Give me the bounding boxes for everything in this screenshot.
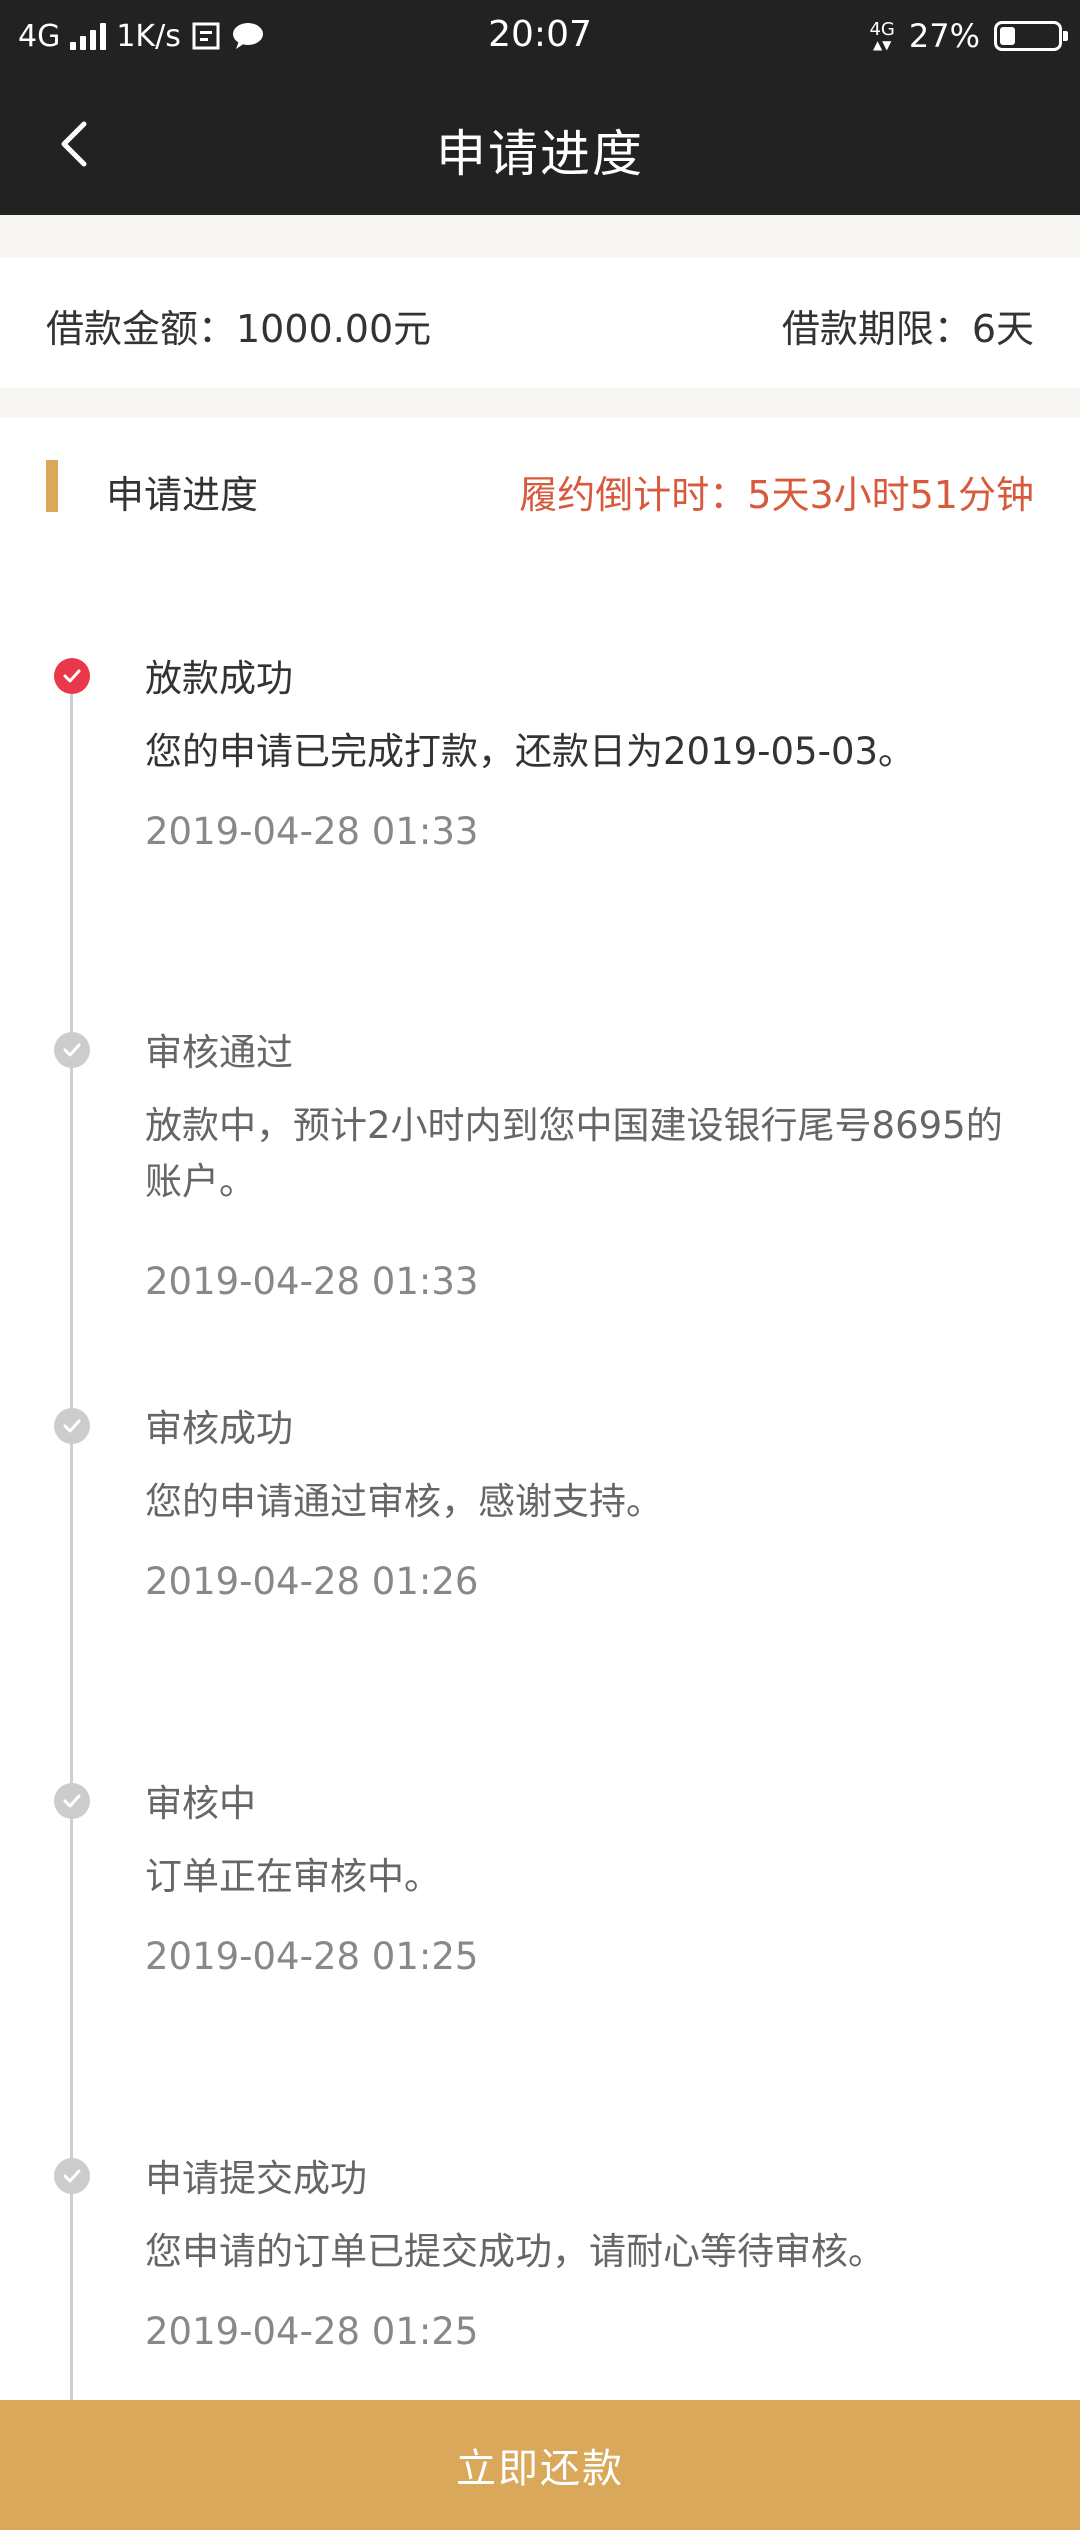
check-icon xyxy=(54,658,90,694)
timeline-desc: 您的申请已完成打款，还款日为2019-05-03。 xyxy=(145,730,916,773)
timeline-line xyxy=(70,694,73,2400)
timeline-time: 2019-04-28 01:26 xyxy=(145,1560,479,1603)
page-title: 申请进度 xyxy=(436,125,644,183)
repay-now-button[interactable]: 立即还款 xyxy=(0,2400,1080,2530)
loan-amount: 借款金额：1000.00元 xyxy=(46,307,432,351)
status-right: 4G ▲▼ 27% xyxy=(869,14,1068,58)
check-icon xyxy=(54,2158,90,2194)
timeline-title: 申请提交成功 xyxy=(145,2157,367,2200)
timeline-desc: 您的申请通过审核，感谢支持。 xyxy=(145,1480,663,1523)
countdown-text: 履约倒计时：5天3小时51分钟 xyxy=(519,473,1034,517)
loan-info: 借款金额：1000.00元 借款期限：6天 xyxy=(0,258,1080,388)
timeline-title: 审核成功 xyxy=(145,1407,293,1450)
timeline-title: 审核通过 xyxy=(145,1031,293,1074)
timeline-title: 放款成功 xyxy=(145,657,293,700)
loan-term: 借款期限：6天 xyxy=(781,307,1034,351)
battery-percent: 27% xyxy=(908,17,980,55)
section-accent xyxy=(46,460,58,512)
divider xyxy=(0,388,1080,418)
timeline-title: 审核中 xyxy=(145,1782,256,1825)
check-icon xyxy=(54,1408,90,1444)
nav-bar: 申请进度 xyxy=(0,72,1080,215)
timeline-time: 2019-04-28 01:33 xyxy=(145,1260,479,1303)
battery-icon xyxy=(994,21,1068,51)
check-icon xyxy=(54,1032,90,1068)
timeline-time: 2019-04-28 01:25 xyxy=(145,2310,479,2353)
status-bar: 4G 1K/s 20:07 4G ▲▼ 27% xyxy=(0,0,1080,72)
timeline-desc: 订单正在审核中。 xyxy=(145,1855,441,1898)
timeline-time: 2019-04-28 01:25 xyxy=(145,1935,479,1978)
timeline-desc: 放款中，预计2小时内到您中国建设银行尾号8695的账户。 xyxy=(145,1104,1003,1203)
timeline-desc: 您申请的订单已提交成功，请耐心等待审核。 xyxy=(145,2230,885,2273)
divider xyxy=(0,215,1080,258)
check-icon xyxy=(54,1783,90,1819)
mobile-data-icon: 4G ▲▼ xyxy=(869,19,895,52)
section-title: 申请进度 xyxy=(106,473,259,517)
timeline-time: 2019-04-28 01:33 xyxy=(145,810,479,853)
